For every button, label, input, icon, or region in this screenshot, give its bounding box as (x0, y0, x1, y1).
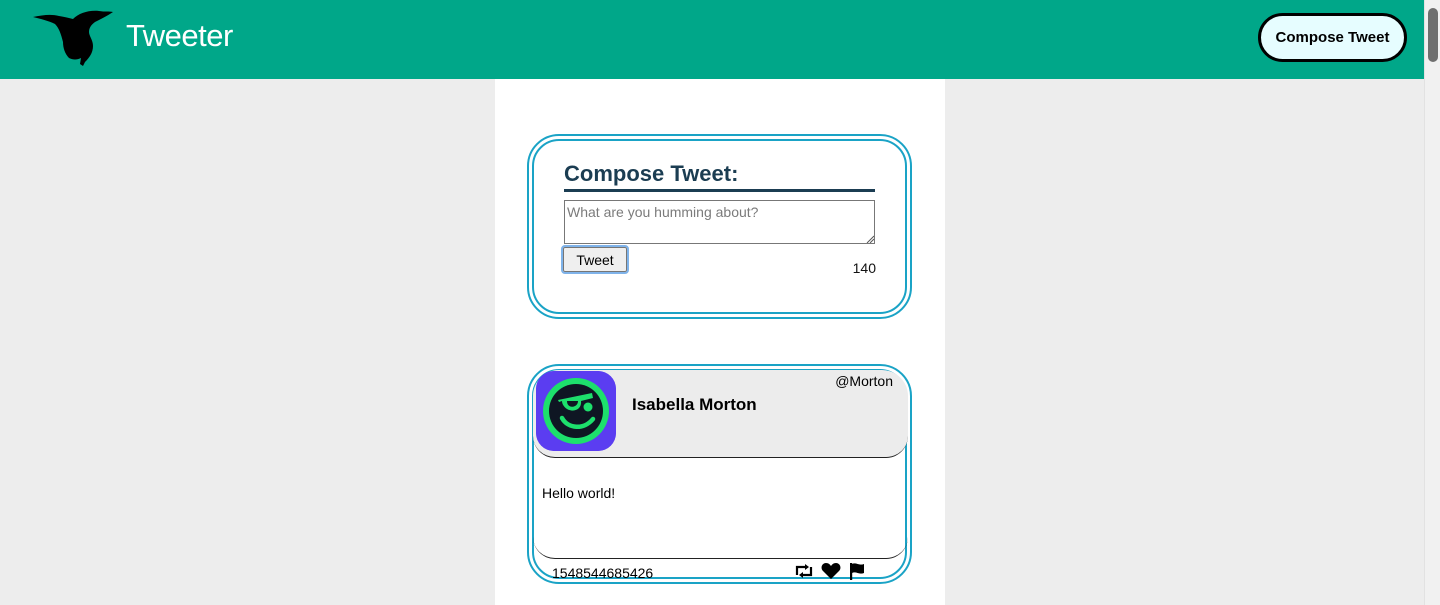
tweet-submit-button[interactable]: Tweet (561, 245, 629, 274)
compose-tweet-nav-button[interactable]: Compose Tweet (1258, 13, 1407, 62)
page-scrollbar[interactable] (1424, 0, 1440, 605)
tweet-body (533, 458, 908, 559)
top-nav: Tweeter Compose Tweet (0, 0, 1424, 79)
scrollbar-thumb[interactable] (1428, 8, 1438, 62)
pirate-smiley-icon (536, 371, 616, 451)
user-display-name: Isabella Morton (632, 395, 757, 414)
main-column: Compose Tweet: Tweet 140 Isabella Mo (495, 79, 945, 605)
compose-tweet-card: Compose Tweet: Tweet 140 (527, 134, 912, 319)
tweet-header: Isabella Morton @Morton (533, 370, 908, 458)
user-avatar (536, 371, 616, 451)
tweet-textarea[interactable] (564, 200, 875, 244)
heart-icon[interactable] (821, 562, 841, 580)
tweet-text: Hello world! (542, 485, 616, 501)
character-counter: 140 (852, 260, 876, 276)
hummingbird-logo-icon (33, 10, 113, 66)
tweet-timestamp: 1548544685426 (552, 565, 654, 581)
compose-heading: Compose Tweet: (564, 160, 875, 192)
user-handle: @Morton (835, 373, 893, 389)
tweet-card: Isabella Morton @Morton Hello world! 154… (527, 364, 912, 584)
resize-grip-icon[interactable] (866, 235, 874, 243)
retweet-icon[interactable] (794, 562, 814, 580)
app-title: Tweeter (126, 18, 233, 53)
flag-icon[interactable] (847, 562, 867, 580)
